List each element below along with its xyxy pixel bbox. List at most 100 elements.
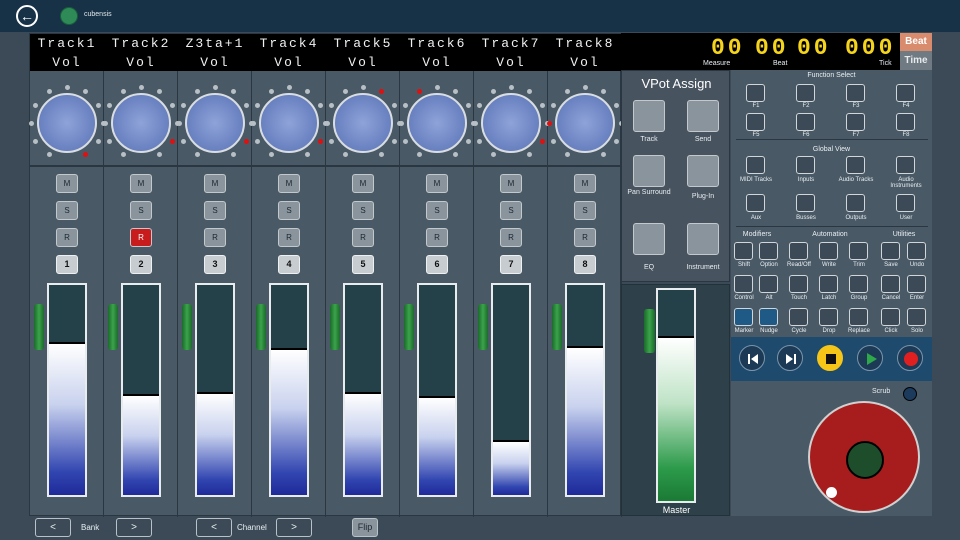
function-key-button[interactable] — [846, 113, 865, 131]
channel-fader[interactable] — [417, 283, 457, 497]
back-arrow-icon[interactable]: ← — [16, 5, 38, 27]
automation-button[interactable] — [819, 242, 838, 260]
channel-select-button[interactable]: 4 — [278, 255, 300, 274]
stop-icon[interactable] — [817, 345, 843, 371]
record-arm-button[interactable]: R — [56, 228, 78, 247]
vpot-knob[interactable] — [407, 93, 467, 153]
channel-fader[interactable] — [47, 283, 87, 497]
modifier-button[interactable] — [734, 308, 753, 326]
mute-button[interactable]: M — [352, 174, 374, 193]
time-mode-button[interactable]: Time — [900, 51, 932, 70]
beat-mode-button[interactable]: Beat — [900, 33, 932, 51]
vpot-knob[interactable] — [111, 93, 171, 153]
automation-button[interactable] — [849, 308, 868, 326]
assign-eq-button[interactable] — [633, 223, 665, 255]
record-arm-button[interactable]: R — [204, 228, 226, 247]
solo-button[interactable]: S — [500, 201, 522, 220]
modifier-button[interactable] — [734, 242, 753, 260]
bank-next-button[interactable]: > — [116, 518, 152, 537]
channel-next-button[interactable]: > — [276, 518, 312, 537]
automation-button[interactable] — [789, 275, 808, 293]
automation-button[interactable] — [819, 308, 838, 326]
global-view-button[interactable] — [796, 156, 815, 174]
assign-instrument-button[interactable] — [687, 223, 719, 255]
record-icon[interactable] — [897, 345, 923, 371]
vpot-knob[interactable] — [555, 93, 615, 153]
vpot-knob[interactable] — [37, 93, 97, 153]
solo-button[interactable]: S — [204, 201, 226, 220]
bank-prev-button[interactable]: < — [35, 518, 71, 537]
channel-select-button[interactable]: 8 — [574, 255, 596, 274]
master-fader[interactable] — [656, 288, 696, 503]
channel-select-button[interactable]: 6 — [426, 255, 448, 274]
modifier-button[interactable] — [734, 275, 753, 293]
record-arm-button[interactable]: R — [352, 228, 374, 247]
channel-prev-button[interactable]: < — [196, 518, 232, 537]
function-key-button[interactable] — [846, 84, 865, 102]
record-arm-button[interactable]: R — [574, 228, 596, 247]
automation-button[interactable] — [789, 242, 808, 260]
vpot-knob[interactable] — [259, 93, 319, 153]
vpot-knob[interactable] — [185, 93, 245, 153]
mute-button[interactable]: M — [56, 174, 78, 193]
solo-button[interactable]: S — [352, 201, 374, 220]
modifier-button[interactable] — [759, 242, 778, 260]
automation-button[interactable] — [789, 308, 808, 326]
assign-track-button[interactable] — [633, 100, 665, 132]
record-arm-button[interactable]: R — [426, 228, 448, 247]
function-key-button[interactable] — [796, 113, 815, 131]
global-view-button[interactable] — [796, 194, 815, 212]
channel-fader[interactable] — [121, 283, 161, 497]
record-arm-button[interactable]: R — [130, 228, 152, 247]
automation-button[interactable] — [849, 242, 868, 260]
rewind-icon[interactable] — [739, 345, 765, 371]
channel-select-button[interactable]: 7 — [500, 255, 522, 274]
solo-button[interactable]: S — [574, 201, 596, 220]
jog-wheel[interactable] — [808, 401, 920, 513]
channel-select-button[interactable]: 2 — [130, 255, 152, 274]
scrub-toggle[interactable] — [903, 387, 917, 401]
channel-fader[interactable] — [565, 283, 605, 497]
utility-button[interactable] — [881, 242, 900, 260]
channel-select-button[interactable]: 3 — [204, 255, 226, 274]
mute-button[interactable]: M — [204, 174, 226, 193]
channel-fader[interactable] — [269, 283, 309, 497]
channel-select-button[interactable]: 5 — [352, 255, 374, 274]
record-arm-button[interactable]: R — [500, 228, 522, 247]
channel-fader[interactable] — [195, 283, 235, 497]
utility-button[interactable] — [907, 308, 926, 326]
function-key-button[interactable] — [896, 113, 915, 131]
utility-button[interactable] — [881, 275, 900, 293]
utility-button[interactable] — [907, 275, 926, 293]
vpot-knob[interactable] — [333, 93, 393, 153]
modifier-button[interactable] — [759, 308, 778, 326]
global-view-button[interactable] — [846, 156, 865, 174]
record-arm-button[interactable]: R — [278, 228, 300, 247]
channel-fader[interactable] — [491, 283, 531, 497]
solo-button[interactable]: S — [278, 201, 300, 220]
assign-plugin-button[interactable] — [687, 155, 719, 187]
global-view-button[interactable] — [746, 194, 765, 212]
assign-send-button[interactable] — [687, 100, 719, 132]
function-key-button[interactable] — [796, 84, 815, 102]
mute-button[interactable]: M — [500, 174, 522, 193]
utility-button[interactable] — [881, 308, 900, 326]
global-view-button[interactable] — [896, 194, 915, 212]
utility-button[interactable] — [907, 242, 926, 260]
play-icon[interactable] — [857, 345, 883, 371]
solo-button[interactable]: S — [130, 201, 152, 220]
solo-button[interactable]: S — [426, 201, 448, 220]
channel-fader[interactable] — [343, 283, 383, 497]
modifier-button[interactable] — [759, 275, 778, 293]
assign-pan-button[interactable] — [633, 155, 665, 187]
mute-button[interactable]: M — [426, 174, 448, 193]
automation-button[interactable] — [849, 275, 868, 293]
mute-button[interactable]: M — [130, 174, 152, 193]
mute-button[interactable]: M — [574, 174, 596, 193]
global-view-button[interactable] — [746, 156, 765, 174]
flip-button[interactable]: Flip — [352, 518, 378, 537]
mute-button[interactable]: M — [278, 174, 300, 193]
solo-button[interactable]: S — [56, 201, 78, 220]
channel-select-button[interactable]: 1 — [56, 255, 78, 274]
global-view-button[interactable] — [846, 194, 865, 212]
